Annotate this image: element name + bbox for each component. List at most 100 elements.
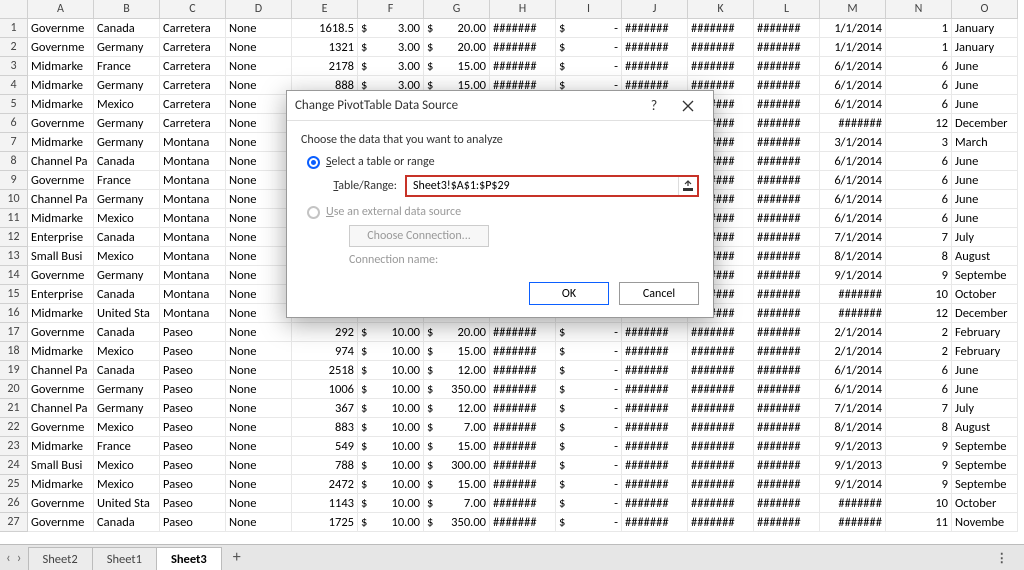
- cell[interactable]: #######: [622, 399, 688, 418]
- row-header[interactable]: 15: [0, 285, 28, 304]
- cell[interactable]: Midmarke: [28, 304, 94, 323]
- cell[interactable]: None: [226, 152, 292, 171]
- cell[interactable]: 788: [292, 456, 358, 475]
- cell[interactable]: $10.00: [358, 437, 424, 456]
- cell[interactable]: Governme: [28, 494, 94, 513]
- col-header-G[interactable]: G: [424, 0, 490, 19]
- cell[interactable]: #######: [490, 342, 556, 361]
- sheet-tab-sheet1[interactable]: Sheet1: [92, 547, 157, 570]
- cell[interactable]: #######: [754, 57, 820, 76]
- cell[interactable]: None: [226, 19, 292, 38]
- cell[interactable]: 6: [886, 361, 952, 380]
- cell[interactable]: None: [226, 133, 292, 152]
- cell[interactable]: #######: [622, 494, 688, 513]
- col-header-A[interactable]: A: [28, 0, 94, 19]
- cell[interactable]: France: [94, 57, 160, 76]
- cell[interactable]: #######: [622, 475, 688, 494]
- cell[interactable]: 6/1/2014: [820, 190, 886, 209]
- cell[interactable]: #######: [754, 494, 820, 513]
- cell[interactable]: #######: [754, 361, 820, 380]
- cell[interactable]: 6: [886, 209, 952, 228]
- row-header[interactable]: 14: [0, 266, 28, 285]
- cell[interactable]: #######: [820, 285, 886, 304]
- cell[interactable]: $-: [556, 494, 622, 513]
- cell[interactable]: 2518: [292, 361, 358, 380]
- cell[interactable]: $350.00: [424, 380, 490, 399]
- table-range-input-wrap[interactable]: [405, 175, 699, 197]
- cell[interactable]: #######: [622, 437, 688, 456]
- cell[interactable]: United Sta: [94, 494, 160, 513]
- cell[interactable]: #######: [622, 38, 688, 57]
- cell[interactable]: Canada: [94, 228, 160, 247]
- cell[interactable]: Midmarke: [28, 76, 94, 95]
- cell[interactable]: None: [226, 190, 292, 209]
- cell[interactable]: Mexico: [94, 418, 160, 437]
- cell[interactable]: #######: [688, 380, 754, 399]
- cell[interactable]: 10: [886, 285, 952, 304]
- cell[interactable]: Enterprise: [28, 228, 94, 247]
- cell[interactable]: #######: [688, 399, 754, 418]
- cell[interactable]: None: [226, 304, 292, 323]
- row-header[interactable]: 19: [0, 361, 28, 380]
- cell[interactable]: #######: [754, 304, 820, 323]
- cell[interactable]: $10.00: [358, 456, 424, 475]
- col-header-J[interactable]: J: [622, 0, 688, 19]
- cell[interactable]: $3.00: [358, 19, 424, 38]
- cell[interactable]: #######: [754, 285, 820, 304]
- cell[interactable]: #######: [754, 399, 820, 418]
- cell[interactable]: $12.00: [424, 361, 490, 380]
- cell[interactable]: 1725: [292, 513, 358, 532]
- cell[interactable]: $10.00: [358, 380, 424, 399]
- cell[interactable]: #######: [754, 133, 820, 152]
- cell[interactable]: 6/1/2014: [820, 380, 886, 399]
- cell[interactable]: 883: [292, 418, 358, 437]
- cell[interactable]: Paseo: [160, 399, 226, 418]
- cell[interactable]: Paseo: [160, 437, 226, 456]
- cell[interactable]: $-: [556, 456, 622, 475]
- cell[interactable]: 11: [886, 513, 952, 532]
- cell[interactable]: Septembe: [952, 456, 1018, 475]
- row-header[interactable]: 22: [0, 418, 28, 437]
- cell[interactable]: 10: [886, 494, 952, 513]
- cell[interactable]: June: [952, 209, 1018, 228]
- add-sheet-button[interactable]: +: [221, 545, 253, 570]
- cell[interactable]: None: [226, 380, 292, 399]
- cell[interactable]: #######: [820, 513, 886, 532]
- cell[interactable]: Midmarke: [28, 342, 94, 361]
- row-header[interactable]: 8: [0, 152, 28, 171]
- cell[interactable]: None: [226, 38, 292, 57]
- range-picker-button[interactable]: [678, 177, 697, 195]
- cell[interactable]: None: [226, 57, 292, 76]
- cell[interactable]: 8/1/2014: [820, 418, 886, 437]
- cell[interactable]: Germany: [94, 380, 160, 399]
- tab-nav[interactable]: ‹ ›: [0, 545, 28, 570]
- cell[interactable]: None: [226, 285, 292, 304]
- cell[interactable]: 9/1/2014: [820, 475, 886, 494]
- cell[interactable]: #######: [490, 38, 556, 57]
- cell[interactable]: Carretera: [160, 76, 226, 95]
- cell[interactable]: None: [226, 209, 292, 228]
- cell[interactable]: #######: [688, 437, 754, 456]
- cell[interactable]: #######: [622, 19, 688, 38]
- cell[interactable]: #######: [688, 342, 754, 361]
- cell[interactable]: $-: [556, 380, 622, 399]
- cell[interactable]: Governme: [28, 19, 94, 38]
- cell[interactable]: #######: [754, 266, 820, 285]
- cell[interactable]: #######: [688, 513, 754, 532]
- cell[interactable]: Mexico: [94, 247, 160, 266]
- row-header[interactable]: 13: [0, 247, 28, 266]
- row-header[interactable]: 26: [0, 494, 28, 513]
- cell[interactable]: Paseo: [160, 323, 226, 342]
- cell[interactable]: June: [952, 57, 1018, 76]
- cell[interactable]: Montana: [160, 190, 226, 209]
- cell[interactable]: August: [952, 247, 1018, 266]
- cell[interactable]: 2: [886, 342, 952, 361]
- cell[interactable]: $-: [556, 38, 622, 57]
- row-header[interactable]: 11: [0, 209, 28, 228]
- cell[interactable]: #######: [688, 323, 754, 342]
- cell[interactable]: Enterprise: [28, 285, 94, 304]
- cell[interactable]: #######: [622, 380, 688, 399]
- cell[interactable]: Mexico: [94, 209, 160, 228]
- cell[interactable]: #######: [754, 228, 820, 247]
- cell[interactable]: 367: [292, 399, 358, 418]
